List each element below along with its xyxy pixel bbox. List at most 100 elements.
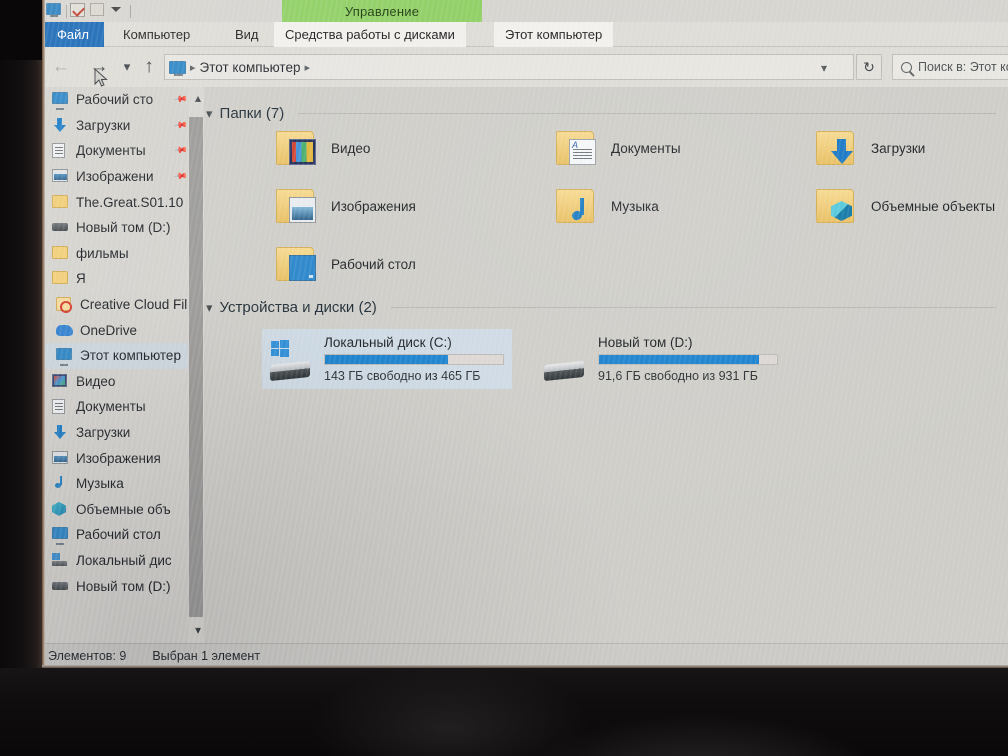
folder-icon	[556, 187, 600, 225]
tab-drive-tools[interactable]: Средства работы с дисками	[274, 22, 466, 47]
mouse-cursor-icon	[94, 68, 108, 87]
tab-computer[interactable]: Компьютер	[112, 22, 201, 47]
sidebar-item-17[interactable]: Рабочий стол	[42, 522, 192, 548]
pictures-icon	[52, 450, 69, 466]
sidebar-item-2[interactable]: Документы 📌	[42, 138, 192, 164]
drive-tile[interactable]: Новый том (D:) 91,6 ГБ свободно из 931 ГБ	[536, 329, 786, 389]
group-rule	[298, 113, 996, 114]
folder-tile-label: Музыка	[611, 198, 659, 214]
sidebar-item-9[interactable]: OneDrive	[42, 317, 192, 343]
drive-capacity-bar	[324, 354, 504, 365]
breadcrumb-dropdown-icon[interactable]: ▾	[821, 55, 827, 81]
sidebar-item-10[interactable]: Этот компьютер	[42, 343, 192, 369]
contextual-tab-group-label: Управление	[344, 3, 420, 19]
folder-tile-label: Рабочий стол	[331, 256, 416, 272]
folder-tile[interactable]: Видео	[276, 129, 370, 167]
navigation-pane[interactable]: Рабочий сто 📌 Загрузки 📌 Документы 📌 Изображен…	[42, 87, 192, 643]
ribbon-tab-row: Файл Компьютер Вид Средства работы с дис…	[42, 22, 1008, 47]
chevron-up-icon[interactable]: ▴	[190, 89, 206, 107]
tab-view[interactable]: Вид	[224, 22, 270, 47]
folder-tile-label: Объемные объекты	[871, 198, 996, 214]
back-arrow-icon[interactable]: ←	[48, 55, 74, 79]
sidebar-item-label: Creative Cloud Fil	[80, 297, 188, 313]
folder-tile[interactable]: Документы	[556, 129, 681, 167]
tab-this-pc[interactable]: Этот компьютер	[494, 22, 614, 47]
breadcrumb-current[interactable]: Этот компьютер	[200, 60, 301, 75]
sidebar-item-label: Видео	[76, 373, 116, 389]
customize-caret-icon[interactable]	[110, 3, 127, 19]
sidebar-item-7[interactable]: Я	[42, 266, 192, 292]
folder-icon	[52, 271, 69, 286]
folder-tile[interactable]: Изображения	[276, 187, 416, 225]
monitor-screen: Управление Файл Компьютер Вид Средства р…	[42, 0, 1008, 668]
chevron-down-icon[interactable]: ▾	[206, 300, 213, 316]
sidebar-item-13[interactable]: Загрузки	[42, 420, 192, 446]
folder-tile-label: Видео	[331, 140, 371, 156]
local-disk-icon	[52, 553, 69, 568]
pin-icon[interactable]: 📌	[173, 92, 188, 107]
sidebar-item-3[interactable]: Изображени 📌	[42, 164, 192, 190]
folder-icon	[276, 129, 320, 167]
pin-icon[interactable]: 📌	[173, 169, 188, 184]
breadcrumb[interactable]: ▸ Этот компьютер ▸ ▾	[164, 54, 854, 80]
folder-icon	[276, 245, 320, 283]
sidebar-item-14[interactable]: Изображения	[42, 445, 192, 471]
sidebar-item-19[interactable]: Новый том (D:)	[42, 573, 192, 599]
3d-overlay-icon	[829, 197, 856, 223]
sidebar-item-18[interactable]: Локальный дис	[42, 548, 192, 574]
pictures-icon	[52, 169, 69, 184]
sidebar-item-1[interactable]: Загрузки 📌	[42, 113, 192, 139]
refresh-icon[interactable]: ↻	[856, 54, 882, 80]
drives-group-header[interactable]: ▾ Устройства и диски (2)	[206, 299, 377, 316]
3d-objects-icon	[52, 501, 69, 517]
tab-file[interactable]: Файл	[42, 22, 104, 47]
drive-free-space-text: 91,6 ГБ свободно из 931 ГБ	[598, 369, 758, 383]
folder-tile[interactable]: Загрузки	[816, 129, 925, 167]
explorer-body: Рабочий сто 📌 Загрузки 📌 Документы 📌 Изображен…	[42, 87, 1008, 643]
breadcrumb-separator-2[interactable]: ▸	[304, 61, 310, 74]
sidebar-item-0[interactable]: Рабочий сто 📌	[42, 87, 192, 113]
content-pane: ▾ Папки (7) Видео Документы Загрузки Изобра…	[206, 87, 1008, 643]
folder-tile[interactable]: Музыка	[556, 187, 659, 225]
search-input[interactable]: Поиск в: Этот компью	[892, 54, 1008, 80]
drive-free-space-text: 143 ГБ свободно из 465 ГБ	[324, 369, 481, 383]
sidebar-item-16[interactable]: Объемные объ	[42, 497, 192, 523]
sidebar-item-label: Изображения	[76, 450, 161, 466]
sidebar-item-8[interactable]: Creative Cloud Fil	[42, 292, 192, 318]
sidebar-item-4[interactable]: The.Great.S01.10	[42, 189, 192, 215]
sidebar-item-12[interactable]: Документы	[42, 394, 192, 420]
sidebar-item-label: фильмы	[76, 245, 129, 261]
picture-overlay-icon	[289, 197, 316, 223]
folder-icon	[556, 129, 600, 167]
video-overlay-icon	[289, 139, 316, 165]
sidebar-item-label: Загрузки	[76, 425, 131, 441]
folder-tile[interactable]: Рабочий стол	[276, 245, 416, 283]
sidebar-item-15[interactable]: Музыка	[42, 471, 192, 497]
pin-icon[interactable]: 📌	[173, 117, 188, 132]
sidebar-item-5[interactable]: Новый том (D:)	[42, 215, 192, 241]
sidebar-item-6[interactable]: фильмы	[42, 241, 192, 267]
status-item-count: Элементов: 9	[48, 649, 127, 663]
pin-icon[interactable]: 📌	[173, 143, 188, 158]
up-arrow-icon[interactable]: ↑	[136, 55, 162, 79]
drive-tile[interactable]: Локальный диск (C:) 143 ГБ свободно из 46…	[262, 329, 512, 389]
folders-group-title: Папки (7)	[219, 105, 285, 122]
sidebar-item-label: Документы	[76, 399, 146, 415]
sidebar-item-label: Этот компьютер	[80, 348, 181, 364]
sidebar-item-11[interactable]: Видео	[42, 369, 192, 395]
quick-access-toolbar[interactable]	[42, 0, 131, 22]
photo-of-monitor: Управление Файл Компьютер Вид Средства р…	[0, 0, 1008, 756]
sidebar-item-label: OneDrive	[80, 322, 138, 338]
new-folder-icon[interactable]	[90, 3, 107, 19]
folders-group-header[interactable]: ▾ Папки (7)	[206, 105, 284, 122]
drives-group-title: Устройства и диски (2)	[219, 299, 377, 316]
folder-icon	[276, 187, 320, 225]
chevron-down-icon[interactable]: ▾	[190, 621, 206, 639]
folder-tile[interactable]: Объемные объекты	[816, 187, 995, 225]
sidebar-scrollbar-thumb[interactable]	[189, 117, 203, 617]
this-pc-icon[interactable]	[46, 3, 63, 19]
screen-edge-bottom	[42, 665, 1008, 668]
this-pc-icon	[169, 60, 186, 76]
properties-icon[interactable]	[70, 3, 87, 19]
chevron-down-icon[interactable]: ▾	[206, 106, 213, 122]
